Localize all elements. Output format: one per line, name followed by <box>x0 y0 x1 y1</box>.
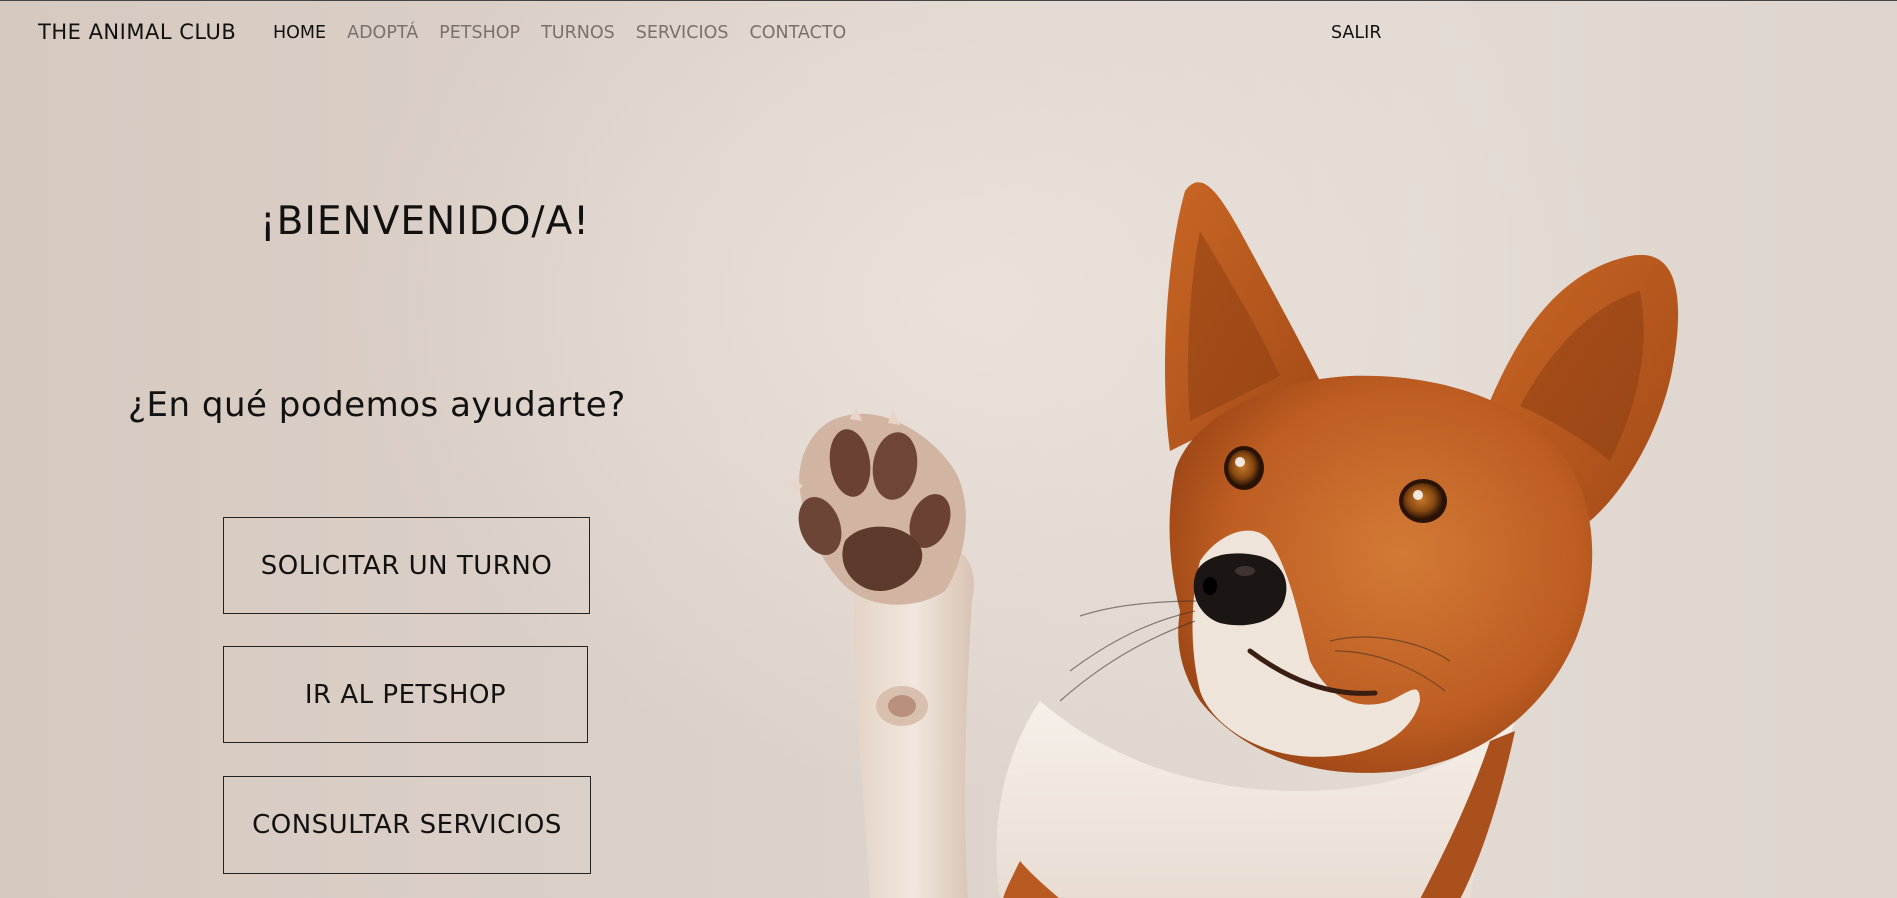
nav-link-adopta[interactable]: ADOPTÁ <box>347 23 418 43</box>
nav-link-turnos[interactable]: TURNOS <box>541 23 615 43</box>
help-subtitle: ¿En qué podemos ayudarte? <box>128 385 626 425</box>
request-appointment-button[interactable]: SOLICITAR UN TURNO <box>223 517 590 614</box>
go-petshop-button[interactable]: IR AL PETSHOP <box>223 646 588 743</box>
top-navbar: THE ANIMAL CLUB HOME ADOPTÁ PETSHOP TURN… <box>0 1 1897 65</box>
nav-link-contacto[interactable]: CONTACTO <box>749 23 846 43</box>
nav-link-servicios[interactable]: SERVICIOS <box>636 23 729 43</box>
brand-logo[interactable]: THE ANIMAL CLUB <box>38 20 236 44</box>
nav-link-petshop[interactable]: PETSHOP <box>439 23 520 43</box>
welcome-heading: ¡BIENVENIDO/A! <box>260 199 590 244</box>
check-services-button[interactable]: CONSULTAR SERVICIOS <box>223 776 591 874</box>
landing-page: THE ANIMAL CLUB HOME ADOPTÁ PETSHOP TURN… <box>0 0 1897 898</box>
nav-link-home[interactable]: HOME <box>273 23 326 43</box>
logout-link[interactable]: SALIR <box>1331 23 1381 43</box>
nav-links: HOME ADOPTÁ PETSHOP TURNOS SERVICIOS CON… <box>273 23 867 43</box>
dog-waving-image <box>790 182 1679 898</box>
